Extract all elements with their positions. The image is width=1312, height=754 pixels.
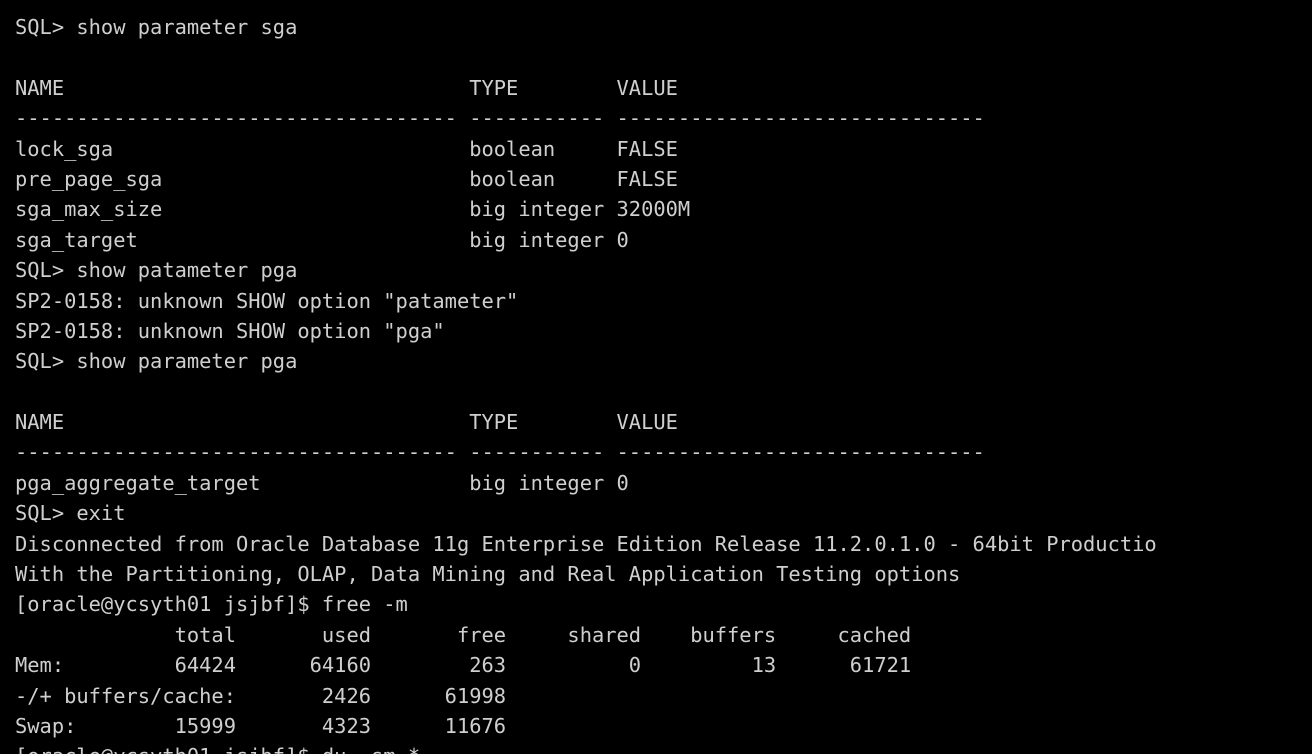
terminal-line: SQL> show parameter pga bbox=[15, 349, 298, 374]
terminal-line: Disconnected from Oracle Database 11g En… bbox=[15, 531, 1157, 556]
terminal-line: sga_target big integer 0 bbox=[15, 227, 629, 252]
terminal-line: lock_sga boolean FALSE bbox=[15, 136, 678, 161]
terminal-line: Mem: 64424 64160 263 0 13 61721 bbox=[15, 653, 912, 678]
terminal-line: NAME TYPE VALUE bbox=[15, 410, 678, 435]
terminal-line: With the Partitioning, OLAP, Data Mining… bbox=[15, 562, 961, 587]
terminal-line: total used free shared buffers cached bbox=[15, 622, 912, 647]
terminal-line: [oracle@ycsyth01 jsjbf]$ free -m bbox=[15, 592, 408, 617]
terminal-line: [oracle@ycsyth01 jsjbf]$ du -sm * bbox=[15, 741, 1312, 754]
terminal-line: SP2-0158: unknown SHOW option "patameter… bbox=[15, 288, 519, 313]
terminal-line: sga_max_size big integer 32000M bbox=[15, 197, 691, 222]
terminal-line: SP2-0158: unknown SHOW option "pga" bbox=[15, 318, 445, 343]
terminal-line: pga_aggregate_target big integer 0 bbox=[15, 470, 629, 495]
terminal-line: NAME TYPE VALUE bbox=[15, 75, 678, 100]
terminal-line: -/+ buffers/cache: 2426 61998 bbox=[15, 683, 507, 708]
terminal-line: ------------------------------------ ---… bbox=[15, 440, 985, 465]
terminal-window[interactable]: SQL> show parameter sga NAME TYPE VALUE … bbox=[0, 0, 1312, 754]
terminal-line: Swap: 15999 4323 11676 bbox=[15, 713, 507, 738]
terminal-line: SQL> exit bbox=[15, 501, 126, 526]
terminal-line: SQL> show patameter pga bbox=[15, 258, 298, 283]
terminal-line: SQL> show parameter sga bbox=[15, 15, 298, 39]
terminal-line: ------------------------------------ ---… bbox=[15, 106, 985, 131]
terminal-line: pre_page_sga boolean FALSE bbox=[15, 166, 678, 191]
